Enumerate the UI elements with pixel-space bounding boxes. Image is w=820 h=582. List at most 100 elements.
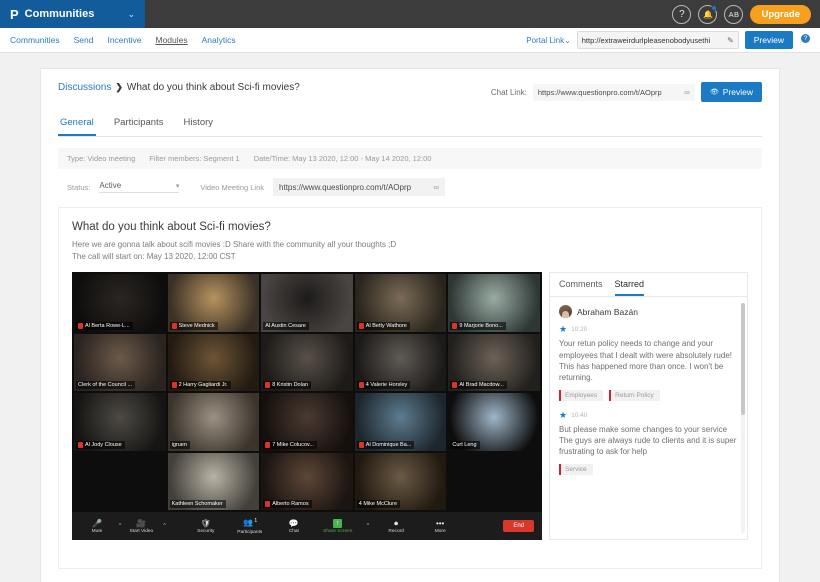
shield-icon: 🛡 bbox=[200, 518, 211, 528]
comment-header: Abraham Bazán bbox=[559, 305, 738, 319]
chat-preview-label: Preview bbox=[722, 87, 753, 97]
participant-name: Al Jody Clouse bbox=[76, 440, 125, 449]
zoom-meeting-stage[interactable]: Al Berta Rowe-L... Steve Mednick Al Austin… bbox=[72, 272, 542, 541]
zoom-toolbar-center: 🛡 Security 👥1 Participants 💬 Chat ↑ Shar… bbox=[189, 518, 457, 535]
tab-participants[interactable]: Participants bbox=[112, 114, 166, 136]
participant-tile[interactable]: Clerk of the Council ... bbox=[74, 333, 166, 392]
breadcrumb-separator-icon: ❯ bbox=[115, 82, 123, 92]
question-mark-icon: ? bbox=[679, 8, 685, 20]
participant-name: Al Austin Cesare bbox=[263, 321, 309, 330]
comment-time: 10:20 bbox=[571, 326, 588, 334]
participant-tile[interactable]: Curt Leng bbox=[448, 393, 540, 451]
record-icon: ⏺ bbox=[394, 518, 399, 528]
chevron-up-icon[interactable]: ^ bbox=[163, 523, 165, 529]
participant-tile[interactable]: 4 Valerie Horsley bbox=[354, 333, 447, 392]
record-label: Record bbox=[388, 528, 404, 534]
help-badge-icon[interactable]: ? bbox=[801, 34, 810, 43]
participant-tile[interactable]: igruen bbox=[167, 393, 260, 451]
info-filter-members: Filter members: Segment 1 bbox=[149, 154, 240, 163]
microphone-icon: 🎤 bbox=[92, 518, 102, 528]
star-icon[interactable]: ★ bbox=[559, 324, 567, 335]
participant-tile[interactable]: Al Brad Macdow... bbox=[448, 333, 540, 392]
microphone-muted-icon bbox=[265, 441, 271, 448]
bell-icon: 🔔 bbox=[702, 9, 713, 19]
chat-preview-button[interactable]: 👁 Preview bbox=[700, 82, 762, 102]
user-avatar[interactable]: AB bbox=[724, 4, 744, 24]
comment-tags: Service bbox=[559, 463, 738, 475]
link-icon[interactable]: ∞ bbox=[684, 88, 690, 97]
info-date-time: Date/Time: May 13 2020, 12:00 - May 14 2… bbox=[253, 154, 432, 163]
participant-tile[interactable]: Al Dominique Ba... bbox=[354, 393, 447, 451]
star-icon[interactable]: ★ bbox=[559, 410, 567, 421]
chevron-up-icon[interactable]: ^ bbox=[367, 523, 369, 529]
participant-tile[interactable]: 8 Kristin Dolan bbox=[261, 333, 353, 392]
participant-tile[interactable]: Kathleen Schomaker bbox=[167, 452, 260, 511]
participant-tile[interactable]: Steve Mednick bbox=[167, 274, 260, 332]
notifications-button[interactable]: 🔔 bbox=[698, 4, 718, 24]
security-button[interactable]: 🛡 Security bbox=[189, 519, 223, 534]
more-button[interactable]: ••• More bbox=[423, 519, 457, 534]
video-meeting-link-value: https://www.questionpro.com/t/AOprp bbox=[279, 182, 412, 192]
comments-scrollbar-thumb[interactable] bbox=[741, 303, 745, 416]
brand-communities-dropdown[interactable]: P Communities ⌄ bbox=[0, 0, 145, 28]
tab-general[interactable]: General bbox=[58, 114, 96, 136]
chevron-down-icon: ⌄ bbox=[127, 8, 135, 19]
nav-item-incentive[interactable]: Incentive bbox=[107, 35, 141, 45]
participant-name: Clerk of the Council ... bbox=[76, 381, 136, 390]
participant-tile[interactable]: 7 Mike Colucov... bbox=[261, 393, 353, 451]
tag-return-policy[interactable]: Return Policy bbox=[609, 389, 660, 401]
participant-tile[interactable]: 2 Harry Gagliardi Jr. bbox=[167, 333, 260, 392]
help-button[interactable]: ? bbox=[672, 4, 692, 24]
participant-tile[interactable]: 4 Mike McClure bbox=[354, 452, 447, 511]
post-title: What do you think about Sci-fi movies? bbox=[72, 221, 271, 233]
comment-item[interactable]: Abraham Bazán ★ 10:20 Your retun policy … bbox=[559, 305, 738, 401]
tab-starred[interactable]: Starred bbox=[614, 279, 645, 297]
start-video-button[interactable]: 🎥 Start Video bbox=[124, 519, 158, 534]
portal-link-label: Portal Link bbox=[526, 35, 565, 45]
share-screen-button[interactable]: ↑ Share Screen bbox=[321, 518, 355, 534]
tag-service[interactable]: Service bbox=[559, 463, 593, 475]
more-label: More bbox=[434, 528, 446, 534]
top-bar: P Communities ⌄ ? 🔔 AB Upgrade bbox=[0, 0, 820, 28]
participant-tile[interactable]: Al Jody Clouse bbox=[74, 393, 166, 451]
chevron-up-icon[interactable]: ^ bbox=[119, 523, 121, 529]
nav-item-send[interactable]: Send bbox=[74, 35, 94, 45]
status-select[interactable]: Active ▾ bbox=[99, 181, 180, 193]
record-button[interactable]: ⏺ Record bbox=[379, 519, 413, 534]
portal-link-dropdown[interactable]: Portal Link⌄ bbox=[526, 36, 571, 45]
video-meeting-link-field[interactable]: https://www.questionpro.com/t/AOprp ∞ bbox=[273, 178, 446, 196]
comments-tabs: Comments Starred bbox=[550, 273, 747, 298]
participant-name: 4 Valerie Horsley bbox=[356, 381, 411, 390]
participant-tile[interactable]: Alberto Ramos bbox=[261, 452, 353, 511]
nav-item-analytics[interactable]: Analytics bbox=[202, 35, 236, 45]
nav-item-communities[interactable]: Communities bbox=[10, 35, 60, 45]
portal-url-field[interactable]: http://extraweirdurlpleasenobodyusethi ✎ bbox=[576, 31, 739, 49]
status-label: Status: bbox=[67, 182, 91, 192]
participant-tile[interactable]: Al Betty Wathore bbox=[354, 274, 447, 332]
start-video-label: Start Video bbox=[129, 528, 154, 534]
participant-tile[interactable]: Al Berta Rowe-L... bbox=[74, 274, 166, 332]
breadcrumb-discussions-link[interactable]: Discussions bbox=[58, 82, 111, 93]
link-icon[interactable]: ∞ bbox=[433, 183, 439, 192]
chat-button[interactable]: 💬 Chat bbox=[277, 519, 311, 534]
participant-tile[interactable]: 9 Marjorie Bono... bbox=[448, 274, 540, 332]
pencil-edit-icon[interactable]: ✎ bbox=[727, 36, 734, 45]
tab-history[interactable]: History bbox=[181, 114, 215, 136]
mute-button[interactable]: 🎤 Mute bbox=[80, 519, 114, 534]
tab-comments[interactable]: Comments bbox=[559, 279, 603, 296]
nav-item-modules[interactable]: Modules bbox=[156, 35, 188, 45]
share-screen-label: Share Screen bbox=[323, 528, 353, 534]
tag-employees[interactable]: Employees bbox=[559, 389, 604, 401]
participant-tile[interactable]: Al Austin Cesare bbox=[261, 274, 353, 332]
chat-label: Chat bbox=[288, 528, 299, 534]
post-description-line2: The call will start on: May 13 2020, 12:… bbox=[72, 251, 236, 261]
comment-item[interactable]: ★ 10:40 But please make some changes to … bbox=[559, 410, 738, 475]
discussion-card: Discussions ❯ What do you think about Sci-… bbox=[40, 68, 780, 582]
chat-url-field[interactable]: https://www.questionpro.com/t/AOprp ∞ bbox=[532, 83, 695, 101]
participants-button[interactable]: 👥1 Participants bbox=[233, 518, 267, 535]
end-meeting-button[interactable]: End bbox=[503, 520, 534, 533]
breadcrumb-current: What do you think about Sci-fi movies? bbox=[126, 82, 300, 93]
portal-preview-button[interactable]: Preview bbox=[744, 31, 793, 49]
upgrade-button[interactable]: Upgrade bbox=[750, 4, 811, 24]
participant-name: 4 Mike McClure bbox=[356, 500, 400, 509]
